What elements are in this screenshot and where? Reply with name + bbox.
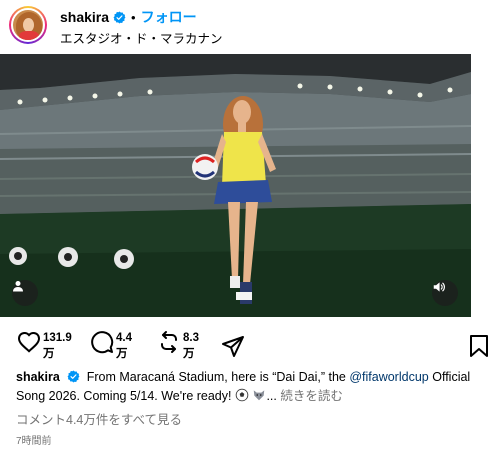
post-header: shakira • フォロー エスタジオ・ド・マラカナン [0,0,503,50]
like-count: 131.9 [43,332,72,344]
post-timestamp: 7時間前 [16,436,52,447]
verified-badge-icon [67,370,80,383]
heart-icon [17,331,41,353]
caption-ellipsis: ... [266,389,277,403]
user-tag-button[interactable] [12,280,38,306]
repost-button[interactable]: 8.3 万 [157,330,207,362]
mention-link[interactable]: @fifaworldcup [349,370,428,384]
save-button[interactable] [468,334,490,363]
comment-count-unit: 万 [116,348,128,360]
sound-icon [433,282,445,292]
share-button[interactable] [221,334,245,358]
user-tag-icon [13,281,23,292]
location-link[interactable]: エスタジオ・ド・マラカナン [60,28,223,47]
soccer-ball-emoji-icon [235,388,249,402]
username[interactable]: shakira [60,9,109,25]
repost-count: 8.3 [183,332,199,344]
post-video[interactable] [0,54,471,317]
follow-button[interactable]: フォロー [141,7,197,27]
comment-count: 4.4 [116,332,132,344]
repost-count-unit: 万 [183,348,195,360]
caption-username[interactable]: shakira [16,370,60,384]
avatar[interactable] [9,6,47,44]
caption-text: From Maracaná Stadium, here is “Dai Dai,… [86,370,350,384]
like-count-unit: 万 [43,348,55,360]
wolf-emoji-icon [254,390,265,401]
comment-icon [91,331,114,354]
comment-button[interactable]: 4.4 万 [90,330,140,362]
bookmark-icon [470,335,488,357]
like-button[interactable]: 131.9 万 [17,330,72,362]
action-bar: 131.9 万 4.4 万 8.3 万 [0,330,503,368]
separator: • [131,9,136,25]
read-more-link[interactable]: 続きを読む [280,389,343,403]
post-caption: shakira From Maracaná Stadium, here is “… [16,368,486,406]
share-icon [222,336,244,357]
repost-icon [161,331,177,353]
view-all-comments-link[interactable]: コメント4.4万件をすべて見る [16,409,182,428]
verified-badge-icon [113,11,126,23]
stadium-scene [0,54,471,317]
sound-toggle-button[interactable] [432,280,458,306]
